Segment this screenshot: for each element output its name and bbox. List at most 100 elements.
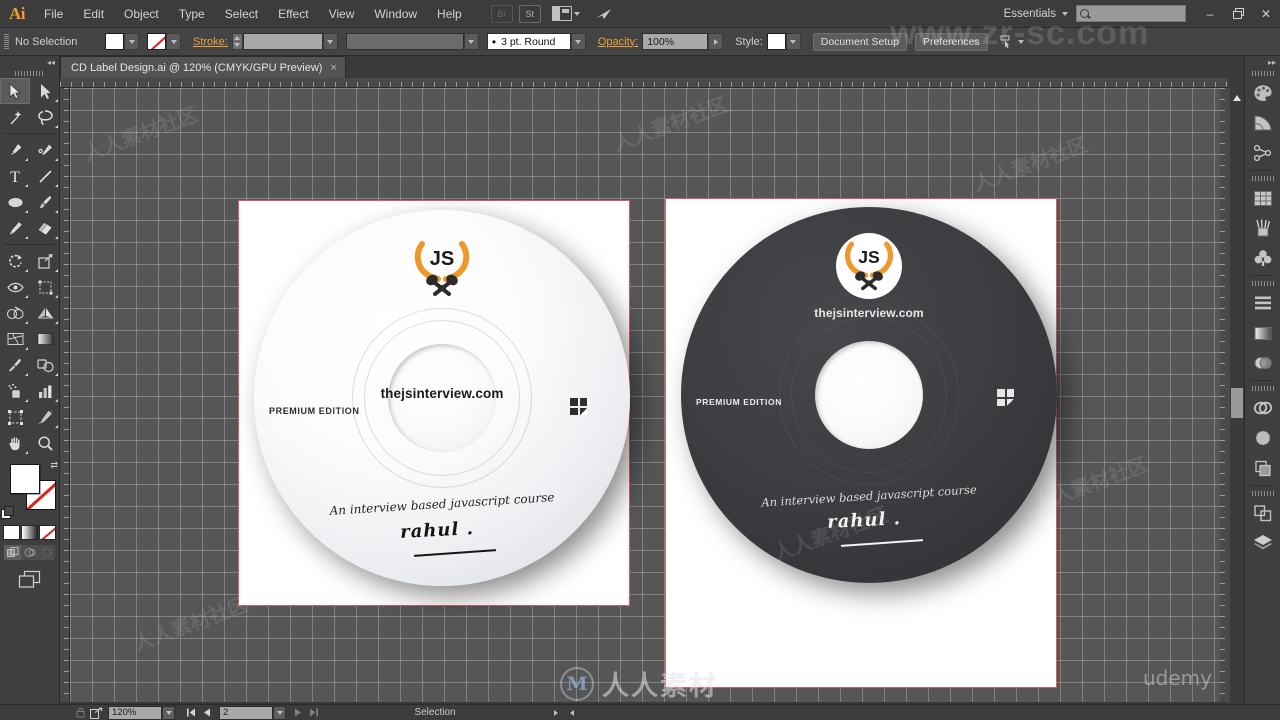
swap-fill-stroke-icon[interactable]: ⇄ — [50, 460, 58, 471]
scale-tool[interactable] — [30, 248, 60, 274]
draw-inside-button[interactable] — [38, 545, 55, 560]
stroke-weight-label[interactable]: Stroke: — [193, 36, 228, 48]
dock-group-grip-4[interactable] — [1245, 383, 1280, 393]
rotate-tool[interactable] — [0, 248, 30, 274]
dock-group-grip-1[interactable] — [1245, 68, 1280, 78]
variable-width-profile-select[interactable] — [345, 33, 464, 50]
image-trace-panel-icon[interactable] — [1245, 423, 1280, 453]
share-on-behance-icon[interactable] — [593, 5, 615, 23]
pencil-tool[interactable] — [0, 215, 30, 241]
first-artboard-button[interactable] — [183, 706, 199, 720]
menu-item-select[interactable]: Select — [215, 0, 268, 28]
zoom-tool[interactable] — [30, 430, 60, 456]
menu-item-type[interactable]: Type — [169, 0, 215, 28]
symbol-sprayer-tool[interactable] — [0, 378, 30, 404]
width-tool[interactable] — [0, 274, 30, 300]
fill-color-box[interactable] — [10, 464, 40, 494]
vertical-scrollbar[interactable] — [1230, 88, 1244, 702]
menu-item-help[interactable]: Help — [427, 0, 472, 28]
bridge-icon[interactable]: Br — [490, 4, 513, 23]
pen-tool[interactable] — [0, 137, 30, 163]
magic-wand-tool[interactable] — [0, 104, 30, 130]
column-graph-tool[interactable] — [30, 378, 60, 404]
zoom-level-dropdown[interactable] — [162, 705, 175, 720]
dock-group-grip-3[interactable] — [1245, 278, 1280, 288]
ellipse-tool[interactable] — [0, 189, 30, 215]
artboard-number-input[interactable]: 2 — [219, 705, 273, 720]
line-segment-tool[interactable] — [30, 163, 60, 189]
creative-cloud-panel-icon[interactable] — [1245, 393, 1280, 423]
brush-definition-select[interactable]: • 3 pt. Round — [486, 33, 571, 50]
align-panel-icon[interactable] — [1245, 288, 1280, 318]
fill-color-swatch[interactable] — [105, 33, 124, 50]
artboard-tool[interactable] — [0, 404, 30, 430]
free-transform-tool[interactable] — [30, 274, 60, 300]
gradient-tool[interactable] — [30, 326, 60, 352]
last-artboard-button[interactable] — [306, 706, 322, 720]
menu-item-view[interactable]: View — [319, 0, 365, 28]
stroke-swatch-dropdown[interactable] — [166, 33, 181, 50]
paintbrush-tool[interactable] — [30, 189, 60, 215]
document-canvas[interactable]: JS thejsinterview.com PREMIUM EDITION An… — [70, 88, 1220, 702]
layers-panel-icon[interactable] — [1245, 528, 1280, 558]
zoom-level-input[interactable]: 120% — [108, 705, 162, 720]
stock-icon[interactable]: St — [518, 4, 541, 23]
color-fill-button[interactable] — [3, 525, 20, 540]
fill-swatch-dropdown[interactable] — [124, 33, 139, 50]
color-panel-icon[interactable] — [1245, 78, 1280, 108]
dock-group-grip-2[interactable] — [1245, 173, 1280, 183]
stroke-color-swatch[interactable] — [147, 33, 166, 50]
opacity-label[interactable]: Opacity: — [598, 36, 638, 48]
share-document-icon[interactable] — [88, 706, 104, 720]
stroke-weight-stepper[interactable] — [231, 33, 243, 50]
eyedropper-tool[interactable] — [0, 352, 30, 378]
cd-left-disc[interactable]: JS thejsinterview.com PREMIUM EDITION An… — [254, 210, 630, 586]
opacity-dropdown[interactable] — [708, 33, 724, 50]
cd-right-disc[interactable]: JS thejsinterview.com PREMIUM EDITION An… — [681, 207, 1057, 583]
curvature-tool[interactable] — [30, 137, 60, 163]
stroke-weight-input[interactable] — [242, 33, 323, 50]
dock-group-grip-5[interactable] — [1245, 488, 1280, 498]
shape-builder-tool[interactable] — [0, 300, 30, 326]
status-menu-icon[interactable] — [564, 706, 580, 720]
pathfinder-panel-icon[interactable] — [1245, 453, 1280, 483]
artboards-panel-icon[interactable] — [1245, 498, 1280, 528]
type-tool[interactable]: T — [0, 163, 30, 189]
brush-definition-dropdown[interactable] — [570, 33, 586, 50]
tools-panel-grip[interactable] — [0, 68, 59, 78]
menu-item-effect[interactable]: Effect — [268, 0, 318, 28]
previous-artboard-button[interactable] — [199, 706, 215, 720]
stroke-weight-dropdown[interactable] — [322, 33, 338, 50]
blend-tool[interactable] — [30, 352, 60, 378]
horizontal-ruler[interactable] — [60, 78, 1228, 88]
close-button[interactable]: ✕ — [1252, 0, 1280, 28]
slice-tool[interactable] — [30, 404, 60, 430]
document-tab[interactable]: CD Label Design.ai @ 120% (CMYK/GPU Prev… — [60, 56, 346, 78]
none-fill-button[interactable] — [39, 525, 56, 540]
restore-button[interactable] — [1224, 0, 1252, 28]
eraser-tool[interactable] — [30, 215, 60, 241]
status-next-icon[interactable] — [548, 706, 564, 720]
properties-panel-icon[interactable] — [1245, 183, 1280, 213]
perspective-grid-tool[interactable] — [30, 300, 60, 326]
default-fill-stroke-icon[interactable] — [1, 506, 14, 519]
gradient-panel-icon[interactable] — [1245, 318, 1280, 348]
scroll-up-icon[interactable] — [1233, 92, 1241, 104]
brushes-panel-icon[interactable] — [1245, 213, 1280, 243]
gradient-fill-button[interactable] — [21, 525, 38, 540]
graphic-style-swatch[interactable] — [766, 33, 786, 50]
next-artboard-button[interactable] — [290, 706, 306, 720]
symbols-panel-icon[interactable] — [1245, 243, 1280, 273]
draw-normal-button[interactable] — [4, 545, 21, 560]
tools-panel-collapse-button[interactable]: ◂◂ — [0, 56, 59, 68]
mesh-tool[interactable] — [0, 326, 30, 352]
close-icon[interactable]: × — [330, 62, 336, 74]
transparency-panel-icon[interactable] — [1245, 348, 1280, 378]
vertical-ruler-right[interactable] — [1220, 88, 1230, 702]
dock-collapse-button[interactable]: ▸▸ — [1245, 56, 1280, 68]
vertical-scrollbar-thumb[interactable] — [1231, 388, 1243, 418]
selection-tool[interactable] — [0, 78, 30, 104]
change-screen-mode-button[interactable] — [18, 570, 42, 592]
control-bar-grip[interactable] — [4, 33, 9, 50]
menu-item-window[interactable]: Window — [364, 0, 427, 28]
